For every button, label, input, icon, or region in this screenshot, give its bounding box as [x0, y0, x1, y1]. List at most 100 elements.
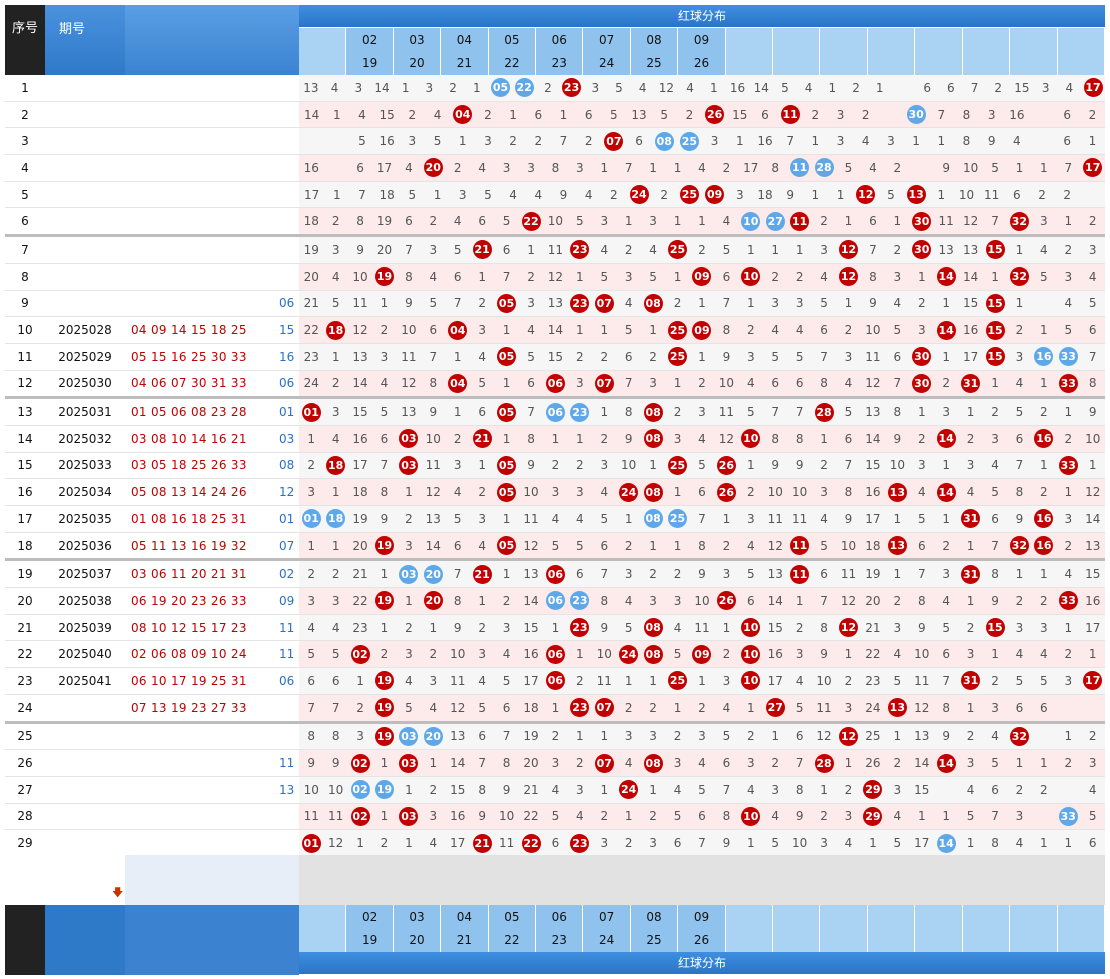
cell: 24 [616, 641, 640, 667]
cell: 13 [914, 729, 930, 744]
cell: 5 [887, 187, 895, 202]
cell: 4 [991, 729, 999, 744]
table-row: 22 2025040 02 06 08 09 10 24 11 5 5 02 2 3 2 10 3 4 1… [5, 641, 1105, 669]
cell: 15 [983, 344, 1007, 370]
cell: 2 [551, 458, 560, 473]
cell: 4 [331, 269, 340, 284]
cell: 3 [966, 756, 975, 771]
cell: 26 [865, 756, 881, 771]
red-ball: 32 [1009, 726, 1029, 746]
column-label: 21 [441, 928, 489, 952]
row-seq: 7 [21, 242, 29, 257]
cell: 03 [397, 724, 421, 750]
cell: 2 [1064, 756, 1073, 771]
cell: 12 [836, 724, 860, 750]
column-label [915, 905, 963, 929]
cell: 5 [917, 511, 926, 526]
cell: 02 [348, 641, 372, 667]
cell: 25 [665, 506, 689, 532]
red-ball: 30 [912, 373, 932, 393]
table-row: 6 18 2 8 19 6 2 4 6 5 22 10 5 3 1 3 1 1 4 10 27 11 2 1 6 1 30 11 12 7… [5, 208, 1105, 238]
cell: 4 [869, 160, 877, 175]
cell: 2 [544, 80, 552, 95]
cell: 1 [673, 160, 682, 175]
red-ball: 12 [838, 267, 858, 287]
cell: 11 [425, 458, 441, 473]
cell [934, 777, 958, 803]
cell: 1 [1040, 836, 1048, 851]
cell: 3 [1064, 673, 1073, 688]
row-seq: 4 [21, 160, 29, 175]
column-label [1010, 928, 1058, 952]
row-blue-number: 03 [279, 431, 295, 446]
cell: 21 [470, 237, 494, 263]
cell: 6 [1015, 431, 1024, 446]
cell: 4 [405, 160, 413, 175]
cell: 05 [494, 533, 518, 559]
down-arrow-icon[interactable]: 🡇 [112, 884, 123, 903]
column-label: 20 [393, 51, 442, 75]
cell: 2 [380, 323, 389, 338]
cell: 10 [816, 673, 832, 688]
cell [1081, 695, 1105, 721]
cell: 4 [1065, 80, 1074, 95]
cell: 2 [795, 269, 804, 284]
row-cells: 6 6 1 19 4 3 11 4 5 17 06 2 11 1 1 25 1 3 10 17 4 10 2 23 5 11 7 31… [299, 668, 1105, 694]
red-ball: 19 [374, 591, 394, 611]
row-cells: 01 12 1 2 1 4 17 21 11 22 6 23 3 2 3 6 7 9 1 5 10 3 4 1 5 17 14 1 8 4… [299, 830, 1105, 856]
cell: 1 [332, 107, 341, 122]
cell: 32 [1007, 533, 1031, 559]
cell: 6 [1040, 700, 1048, 715]
cell: 14 [753, 80, 769, 95]
cell: 2 [624, 538, 633, 553]
row-cells: 1 4 16 6 03 10 2 21 1 8 1 1 2 9 08 3 4 12 10 8 8 1 6 14 9 2 14 2 3 6 1… [299, 425, 1105, 452]
cell: 3 [698, 405, 706, 420]
cell: 5 [600, 511, 609, 526]
cell: 6 [624, 349, 633, 364]
cell: 4 [429, 836, 438, 851]
red-ball: 04 [453, 105, 473, 125]
cell: 24 [865, 700, 881, 715]
cell: 09 [690, 264, 714, 290]
cell: 3 [673, 431, 682, 446]
footer-issue [45, 905, 125, 975]
cell: 15 [983, 317, 1007, 343]
cell: 1 [937, 134, 946, 149]
cell: 4 [600, 485, 609, 500]
row-cells: 10 10 02 19 1 2 15 8 9 21 4 3 1 24 1 4 5 7 4 3 8 1 2 29 3 15 4 6 2 2 4 [299, 776, 1105, 803]
cell: 5 [502, 214, 511, 229]
cell: 3 [844, 700, 853, 715]
cell: 19 [372, 724, 396, 750]
cell: 6 [584, 107, 593, 122]
cell: 13 [1085, 538, 1101, 553]
cell: 1 [600, 160, 609, 175]
cell: 6 [795, 376, 804, 391]
cell: 1 [624, 809, 633, 824]
cell: 5 [551, 809, 560, 824]
cell: 2 [1088, 729, 1097, 744]
footer-column-bottom: 19 20 21 22 23 24 25 26 [299, 928, 1105, 952]
red-ball: 03 [399, 806, 419, 826]
cell: 25 [677, 182, 702, 208]
cell: 01 [299, 399, 323, 425]
cell [1056, 695, 1080, 721]
cell: 3 [887, 134, 895, 149]
cell: 3 [502, 160, 511, 175]
cell: 1 [820, 782, 828, 797]
cell: 2 [861, 107, 870, 122]
cell: 13 [425, 511, 441, 526]
cell: 17 [352, 458, 368, 473]
cell: 19 [372, 668, 396, 694]
cell: 7 [917, 567, 926, 582]
cell: 2 [484, 107, 492, 122]
cell: 10 [889, 458, 905, 473]
cell: 2 [746, 323, 755, 338]
blank-left [5, 855, 125, 905]
cell [910, 155, 934, 181]
cell: 3 [966, 458, 975, 473]
cell: 4 [331, 431, 340, 446]
red-ball: 23 [570, 293, 590, 313]
cell: 1 [966, 700, 975, 715]
cell: 10 [962, 160, 979, 175]
cell: 3 [673, 756, 682, 771]
